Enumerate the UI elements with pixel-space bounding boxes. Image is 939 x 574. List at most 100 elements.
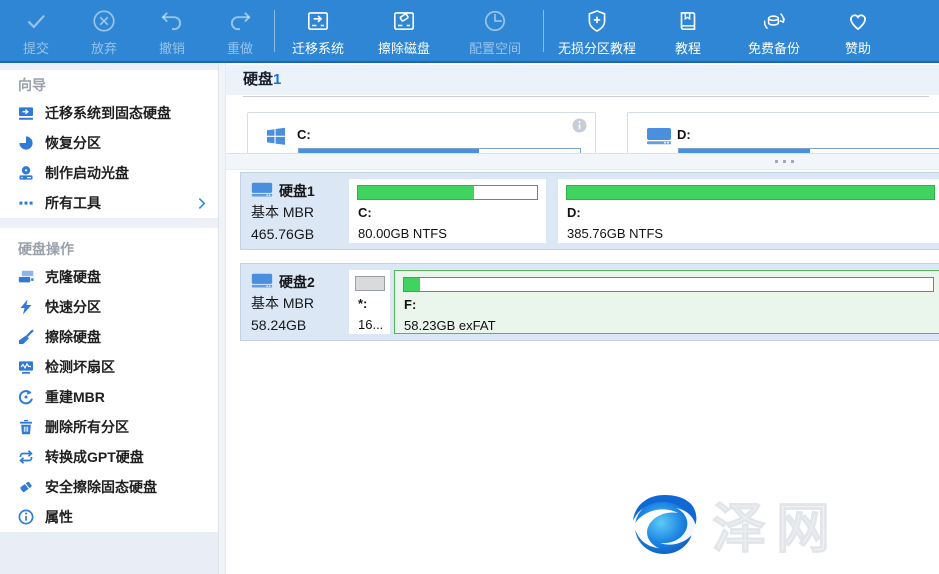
bad-sector-icon (18, 359, 34, 375)
partition-usage-bar (403, 277, 934, 292)
volume-letter: C: (297, 127, 311, 142)
sidebar-item-label: 快速分区 (45, 297, 101, 317)
recover-partition-icon (18, 135, 34, 151)
partition-usage-bar (357, 185, 538, 200)
toolbar-discard-button[interactable]: 放弃 (70, 0, 138, 61)
partition-size-fs: 16... (358, 317, 383, 332)
toolbar-button-label: 撤销 (159, 38, 185, 57)
sidebar-item-label: 擦除硬盘 (45, 327, 101, 347)
disk-size: 465.76GB (251, 223, 347, 245)
disk-info-block[interactable]: 硬盘1基本 MBR465.76GB (251, 180, 347, 245)
volume-card-D[interactable]: D: (627, 112, 939, 153)
toolbar-button-label: 赞助 (845, 38, 871, 57)
sidebar-item-quick-partition[interactable]: 快速分区 (0, 292, 218, 322)
sidebar-section-gap (0, 218, 218, 228)
wipe-disk-icon (391, 7, 417, 35)
main-panel: 硬盘1 C: D: 硬盘1基本 MBR465.76GBC:80.00GB NTFS… (226, 63, 939, 574)
windows-logo-icon (266, 126, 286, 146)
sidebar-section: 向导迁移系统到固态硬盘恢复分区制作启动光盘所有工具 (0, 70, 218, 218)
toolbar-check-button[interactable]: 提交 (2, 0, 70, 61)
partition-block-star[interactable]: *:16... (349, 270, 390, 334)
toolbar-free-backup-button[interactable]: 免费备份 (726, 0, 822, 61)
sidebar-item-label: 属性 (45, 507, 73, 527)
toolbar: 提交 放弃 撤销 重做 迁移系统擦除磁盘配置空间 无损分区教程教程 免费备份赞助 (0, 0, 939, 63)
all-tools-icon (18, 195, 34, 211)
sidebar-item-label: 转换成GPT硬盘 (45, 447, 144, 467)
partition-assistant-window: 提交 放弃 撤销 重做 迁移系统擦除磁盘配置空间 无损分区教程教程 免费备份赞助 向导迁移系… (0, 0, 939, 574)
toolbar-partition-tutorial-button[interactable]: 无损分区教程 (544, 0, 650, 61)
drive-icon (646, 126, 672, 146)
disk-info-block[interactable]: 硬盘2基本 MBR58.24GB (251, 271, 347, 336)
disk-name-line: 硬盘2 (251, 271, 347, 292)
toolbar-migrate-os-button[interactable]: 迁移系统 (275, 0, 361, 61)
partition-usage-fill (567, 186, 934, 199)
partition-usage-fill (358, 186, 474, 199)
clone-disk-icon (18, 269, 34, 285)
quick-partition-icon (18, 299, 34, 315)
sidebar-item-all-tools[interactable]: 所有工具 (0, 188, 218, 218)
sidebar-item-convert-gpt[interactable]: 转换成GPT硬盘 (0, 442, 218, 472)
partition-block-F[interactable]: F:58.23GB exFAT (394, 270, 939, 334)
toolbar-allocate-space-button[interactable]: 配置空间 (447, 0, 543, 61)
splitter-handle-icon[interactable] (775, 160, 794, 163)
sidebar-item-secure-erase[interactable]: 安全擦除固态硬盘 (0, 472, 218, 502)
volume-overview-strip: C: D: (226, 109, 939, 153)
toolbar-button-label: 教程 (675, 38, 701, 57)
disk-row-1: 硬盘1基本 MBR465.76GBC:80.00GB NTFSD:385.76G… (240, 172, 939, 250)
partition-letter: D: (567, 205, 581, 220)
partition-size-fs: 58.23GB exFAT (404, 318, 496, 333)
sidebar-item-rebuild-mbr[interactable]: 重建MBR (0, 382, 218, 412)
allocate-space-icon (482, 7, 508, 35)
partition-usage-bar (566, 185, 935, 200)
partition-block-C[interactable]: C:80.00GB NTFS (349, 179, 546, 243)
toolbar-button-label: 放弃 (91, 38, 117, 57)
volume-card-C[interactable]: C: (247, 112, 596, 153)
sidebar-item-recover-partition[interactable]: 恢复分区 (0, 128, 218, 158)
toolbar-undo-button[interactable]: 撤销 (138, 0, 206, 61)
partition-block-D[interactable]: D:385.76GB NTFS (558, 179, 939, 243)
tutorial-icon (675, 7, 701, 35)
sidebar-item-label: 制作启动光盘 (45, 163, 129, 183)
sidebar-item-label: 安全擦除固态硬盘 (45, 477, 157, 497)
toolbar-tutorial-button[interactable]: 教程 (650, 0, 726, 61)
sidebar: 向导迁移系统到固态硬盘恢复分区制作启动光盘所有工具硬盘操作克隆硬盘快速分区擦除硬… (0, 63, 218, 574)
watermark: 泽网 (626, 491, 840, 566)
volume-letter: D: (677, 127, 691, 142)
disk-name: 硬盘1 (279, 181, 315, 201)
disk-name: 硬盘2 (279, 272, 315, 292)
sidebar-item-clone-disk[interactable]: 克隆硬盘 (0, 262, 218, 292)
migrate-os-icon (305, 7, 331, 35)
partition-letter: C: (358, 205, 372, 220)
watermark-logo-icon (626, 491, 702, 566)
sidebar-item-label: 迁移系统到固态硬盘 (45, 103, 171, 123)
disk-icon (251, 272, 273, 292)
discard-icon (91, 7, 117, 35)
sidebar-item-properties[interactable]: 属性 (0, 502, 218, 532)
sidebar-item-boot-cd[interactable]: 制作启动光盘 (0, 158, 218, 188)
toolbar-button-label: 提交 (23, 38, 49, 57)
sidebar-scrollbar[interactable] (218, 63, 226, 574)
free-backup-icon (761, 7, 787, 35)
sidebar-section-title: 硬盘操作 (0, 228, 218, 262)
disk-row-2: 硬盘2基本 MBR58.24GB*:16...F:58.23GB exFAT (240, 263, 939, 341)
sidebar-item-delete-partitions[interactable]: 删除所有分区 (0, 412, 218, 442)
sidebar-item-ssd-migrate[interactable]: 迁移系统到固态硬盘 (0, 98, 218, 128)
toolbar-donate-button[interactable]: 赞助 (822, 0, 894, 61)
sidebar-item-bad-sector[interactable]: 检测坏扇区 (0, 352, 218, 382)
sidebar-item-label: 重建MBR (45, 387, 105, 407)
sidebar-section-title: 向导 (0, 70, 218, 98)
sidebar-item-label: 所有工具 (45, 193, 101, 213)
delete-partitions-icon (18, 419, 34, 435)
toolbar-redo-button[interactable]: 重做 (206, 0, 274, 61)
toolbar-wipe-disk-button[interactable]: 擦除磁盘 (361, 0, 447, 61)
volume-info-icon[interactable] (572, 118, 587, 133)
partition-tutorial-icon (584, 7, 610, 35)
disk-icon (251, 181, 273, 201)
toolbar-button-label: 配置空间 (469, 38, 521, 57)
toolbar-button-label: 重做 (227, 38, 253, 57)
sidebar-item-wipe-hdd[interactable]: 擦除硬盘 (0, 322, 218, 352)
disk-size: 58.24GB (251, 314, 347, 336)
secure-erase-icon (18, 479, 34, 495)
panel-splitter[interactable] (226, 153, 939, 170)
convert-gpt-icon (18, 449, 34, 465)
